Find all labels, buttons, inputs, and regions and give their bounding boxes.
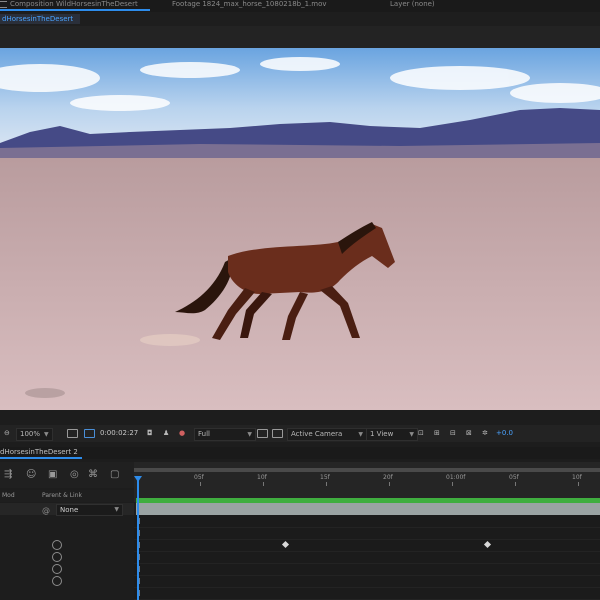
timeline-tab[interactable]: dHorsesinTheDesert 2: [0, 447, 82, 459]
tab-footage-label: Footage 1824_max_horse_1080218b_1.mov: [172, 0, 327, 8]
stopwatch-icon[interactable]: [52, 552, 62, 562]
column-header-parent[interactable]: Parent & Link: [42, 490, 82, 502]
work-area-bar[interactable]: [134, 468, 600, 472]
ruler-tick: [263, 482, 264, 486]
ruler-label: 05f: [194, 474, 204, 481]
layer-column-headers: Mod Parent & Link: [0, 490, 134, 502]
layer-row[interactable]: @ None ▼: [0, 503, 134, 517]
tab-composition[interactable]: Composition WildHorsesinTheDesert: [0, 0, 150, 11]
tab-layer[interactable]: Layer (none): [390, 0, 435, 9]
timeline-tab-bar: dHorsesinTheDesert 2: [0, 447, 600, 459]
safe-margins-icon[interactable]: [67, 429, 78, 438]
pick-whip-icon[interactable]: @: [42, 505, 50, 517]
tab-footage[interactable]: Footage 1824_max_horse_1080218b_1.mov: [172, 0, 327, 9]
ruler-tick: [326, 482, 327, 486]
ruler-label: 10f: [257, 474, 267, 481]
snapshot-icon[interactable]: ◘: [147, 428, 153, 439]
chevron-down-icon: ▼: [44, 431, 49, 438]
magnification-value: 100%: [20, 430, 41, 438]
ruler-tick: [389, 482, 390, 486]
stopwatch-icon[interactable]: [52, 564, 62, 574]
playhead-handle[interactable]: [134, 476, 142, 482]
ruler-tick: [515, 482, 516, 486]
view-layout-value: 1 View: [370, 430, 394, 438]
ground-shadow: [25, 388, 65, 398]
draft-3d-icon[interactable]: ▢: [110, 469, 119, 480]
camera-view-dropdown[interactable]: Active Camera ▼: [287, 428, 367, 441]
viewer-toolbar: ⊖ 100% ▼ 0:00:02:27 ◘ ♟ ● Full ▼ Active Ca…: [0, 425, 600, 442]
playhead-line[interactable]: [137, 476, 139, 600]
ruler-label: 05f: [509, 474, 519, 481]
frame-blending-icon[interactable]: ▣: [48, 469, 57, 480]
camera-view-value: Active Camera: [291, 430, 343, 438]
view-layout-dropdown[interactable]: 1 View ▼: [366, 428, 418, 441]
current-time-display[interactable]: 0:00:02:27: [100, 428, 138, 439]
ruler-tick: [200, 482, 201, 486]
ruler-label: 01:00f: [446, 474, 466, 481]
dust-cloud: [140, 334, 200, 346]
channel-icon[interactable]: ●: [179, 428, 185, 439]
ruler-label: 15f: [320, 474, 330, 481]
layer-duration-bar[interactable]: [136, 503, 600, 515]
panel-tab-bar: Composition WildHorsesinTheDesert Footag…: [0, 0, 600, 12]
tab-layer-label: Layer (none): [390, 0, 435, 8]
comp-flowchart-icon[interactable]: ⊠: [466, 428, 472, 439]
ruler-tick: [578, 482, 579, 486]
ruler-label: 20f: [383, 474, 393, 481]
timeline-switches: ⇶ ☺ ▣ ◎ ⌘ ▢: [0, 462, 134, 488]
composition-viewer[interactable]: [0, 48, 600, 410]
viewer-pasteboard: [0, 26, 600, 48]
ruler-tick: [452, 482, 453, 486]
ruler-label: 10f: [572, 474, 582, 481]
panel-menu-icon[interactable]: [0, 0, 7, 8]
tab-composition-label: Composition WildHorsesinTheDesert: [10, 0, 138, 8]
resolution-dropdown[interactable]: Full ▼: [194, 428, 256, 441]
reset-exposure-icon[interactable]: ✲: [482, 428, 488, 439]
chevron-down-icon: ▼: [358, 431, 363, 438]
timeline-icon[interactable]: ⊟: [450, 428, 456, 439]
stopwatch-icon[interactable]: [52, 540, 62, 550]
parent-dropdown-value: None: [60, 506, 79, 514]
property-tracks[interactable]: [134, 515, 600, 600]
region-of-interest-icon[interactable]: [84, 429, 95, 438]
motion-blur-icon[interactable]: ◎: [70, 469, 79, 480]
always-preview-icon[interactable]: ⊖: [4, 428, 10, 439]
chevron-down-icon: ▼: [114, 506, 119, 513]
stopwatch-icon[interactable]: [52, 576, 62, 586]
graph-editor-icon[interactable]: ⌘: [88, 469, 98, 480]
chevron-down-icon: ▼: [409, 431, 414, 438]
exposure-value[interactable]: +0.0: [496, 428, 513, 439]
composition-subtab-bar: dHorsesinTheDesert: [0, 12, 600, 26]
column-header-mode[interactable]: Mod: [2, 490, 15, 502]
fast-draft-icon[interactable]: ⊞: [434, 428, 440, 439]
video-frame: [0, 48, 600, 410]
parent-dropdown[interactable]: None ▼: [56, 504, 123, 516]
toggle-pixel-aspect-icon[interactable]: ⊡: [418, 428, 424, 439]
magnification-dropdown[interactable]: 100% ▼: [16, 428, 53, 441]
show-snapshot-icon[interactable]: ♟: [163, 428, 169, 439]
property-track-row[interactable]: [134, 587, 600, 600]
resolution-value: Full: [198, 430, 210, 438]
transparency-grid-icon[interactable]: [272, 429, 283, 438]
composition-subtab[interactable]: dHorsesinTheDesert: [0, 14, 80, 24]
composition-mini-flowchart-icon[interactable]: ⇶: [4, 469, 12, 480]
fast-previews-icon[interactable]: [257, 429, 268, 438]
chevron-down-icon: ▼: [247, 431, 252, 438]
shy-layers-icon[interactable]: ☺: [26, 469, 36, 480]
